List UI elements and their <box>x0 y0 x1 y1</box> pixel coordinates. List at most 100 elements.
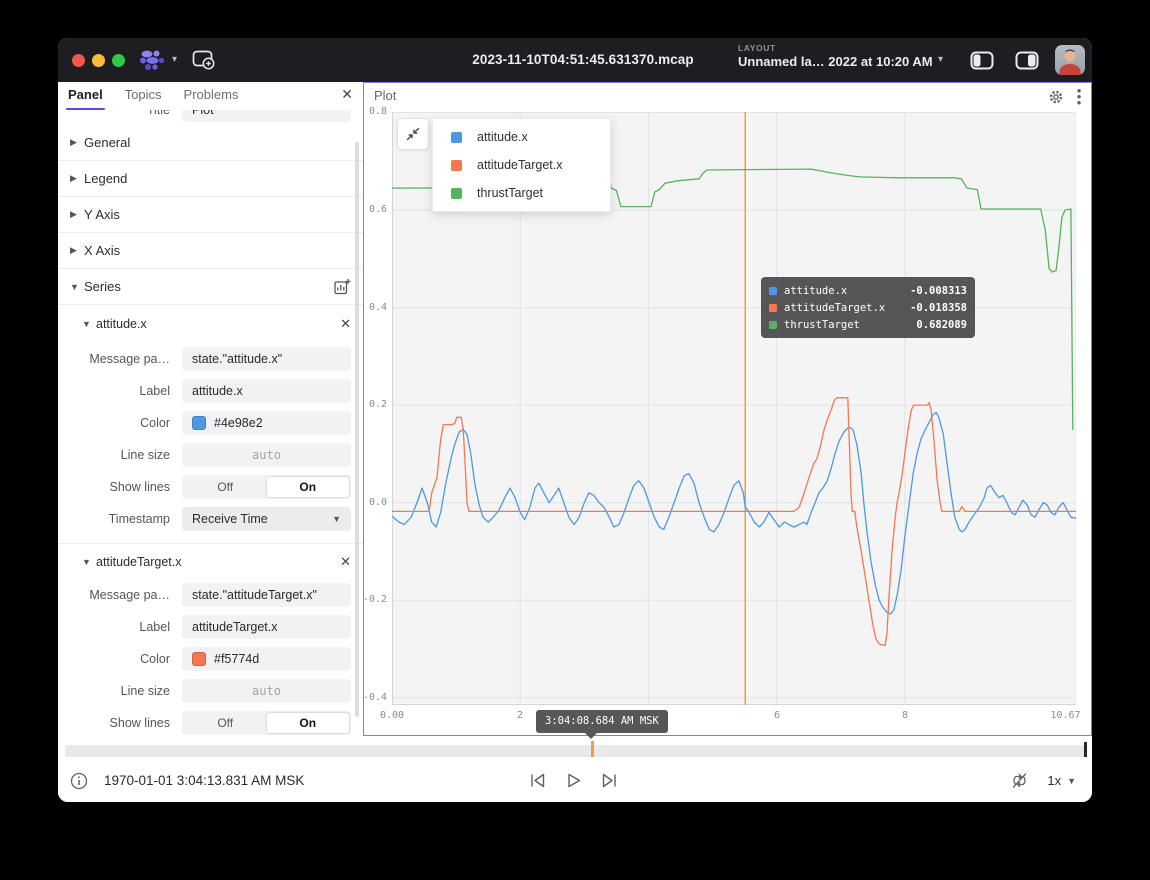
label-input[interactable]: attitude.x <box>182 379 351 403</box>
show-lines-on-button[interactable]: On <box>267 713 350 733</box>
playback-controls <box>528 771 619 790</box>
plot-panel[interactable]: Plot ••• 0.80.60.40.20.0-0.2-0.4 0.00246… <box>363 82 1092 736</box>
y-axis-tick-labels: 0.80.60.40.20.0-0.2-0.4 <box>364 112 389 705</box>
title-field-label: Title <box>58 110 176 117</box>
field-show-lines: Show lines Off On <box>58 471 363 503</box>
playback-bar: 1970-01-01 3:04:13.831 AM MSK <box>58 760 1092 802</box>
timestamp-select[interactable]: Receive Time ▼ <box>182 507 351 531</box>
color-swatch[interactable] <box>192 416 206 430</box>
scrubber-playhead[interactable] <box>1084 742 1087 757</box>
series-attitude-target-header[interactable]: ▼ attitudeTarget.x ✕ <box>58 543 363 579</box>
section-general[interactable]: ▶ General <box>58 125 363 161</box>
show-lines-on-button[interactable]: On <box>267 477 350 497</box>
color-input[interactable]: #f5774d <box>182 647 351 671</box>
seek-backward-button[interactable] <box>528 771 547 790</box>
y-tick-label: -0.2 <box>363 594 387 605</box>
minimize-window-button[interactable] <box>92 54 105 67</box>
color-swatch[interactable] <box>192 652 206 666</box>
right-sidebar-toggle-button[interactable] <box>1015 51 1039 70</box>
title-field-input[interactable]: Plot <box>182 110 351 122</box>
panel-menu-kebab-icon[interactable]: ••• <box>1076 88 1082 106</box>
field-color: Color #f5774d <box>58 643 363 675</box>
legend-collapse-button[interactable] <box>397 118 429 150</box>
tooltip-swatch-icon <box>769 304 777 312</box>
seek-forward-button[interactable] <box>600 771 619 790</box>
layout-chevron-icon[interactable]: ▾ <box>938 54 943 65</box>
legend-item-thrust-target[interactable]: thrustTarget <box>433 179 610 207</box>
label-input[interactable]: attitudeTarget.x <box>182 615 351 639</box>
tooltip-row: attitudeTarget.x -0.018358 <box>769 299 967 316</box>
section-legend[interactable]: ▶ Legend <box>58 161 363 197</box>
app-menu-chevron-icon[interactable]: ▾ <box>172 54 177 65</box>
chevron-right-icon: ▶ <box>70 173 84 184</box>
show-lines-off-button[interactable]: Off <box>184 713 267 733</box>
app-window: ▾ 2023-11-10T04:51:45.631370.mcap LAYOUT… <box>58 38 1092 802</box>
layout-selector[interactable]: LAYOUT Unnamed la… 2022 at 10:20 AM <box>738 43 933 69</box>
message-path-input[interactable]: state."attitude.x" <box>182 347 351 371</box>
chevron-down-icon: ▼ <box>82 557 96 567</box>
chevron-down-icon: ▼ <box>332 507 341 531</box>
tab-panel[interactable]: Panel <box>68 82 103 110</box>
info-icon[interactable] <box>70 772 88 790</box>
loop-off-icon[interactable] <box>1010 771 1029 790</box>
chevron-down-icon: ▼ <box>1067 776 1076 786</box>
legend-item-attitude-target[interactable]: attitudeTarget.x <box>433 151 610 179</box>
play-button[interactable] <box>564 771 583 790</box>
panel-settings-gear-icon[interactable] <box>1048 89 1064 105</box>
add-panel-button[interactable] <box>192 49 216 71</box>
x-tick-label: 6 <box>774 710 780 721</box>
section-series[interactable]: ▼ Series <box>58 269 363 305</box>
seek-hover-time-tooltip: 3:04:08.684 AM MSK <box>536 710 668 733</box>
chevron-right-icon: ▶ <box>70 209 84 220</box>
scrubber-hover-tick <box>591 741 594 757</box>
playback-speed-selector[interactable]: 1x ▼ <box>1047 773 1076 788</box>
field-color: Color #4e98e2 <box>58 407 363 439</box>
left-sidebar-toggle-button[interactable] <box>970 51 994 70</box>
section-y-axis[interactable]: ▶ Y Axis <box>58 197 363 233</box>
y-tick-label: 0.8 <box>369 106 387 117</box>
y-tick-label: -0.4 <box>363 692 387 703</box>
color-input[interactable]: #4e98e2 <box>182 411 351 435</box>
y-tick-label: 0.2 <box>369 399 387 410</box>
current-timestamp: 1970-01-01 3:04:13.831 AM MSK <box>104 773 304 788</box>
remove-series-icon[interactable]: ✕ <box>340 316 351 332</box>
sidebar-close-icon[interactable]: ✕ <box>341 86 353 103</box>
scrubber-track[interactable] <box>65 745 1085 757</box>
series-attitude-header[interactable]: ▼ attitude.x ✕ <box>58 305 363 343</box>
tab-problems[interactable]: Problems <box>184 82 239 110</box>
sidebar-scrollbar[interactable] <box>355 142 359 717</box>
clipped-title-row: Title Plot <box>58 110 363 125</box>
add-series-icon[interactable] <box>334 278 351 295</box>
y-tick-label: 0.4 <box>369 302 387 313</box>
legend-swatch-icon <box>451 188 462 199</box>
line-size-input[interactable]: auto <box>182 443 351 467</box>
user-avatar[interactable] <box>1055 45 1085 75</box>
tab-topics[interactable]: Topics <box>125 82 162 110</box>
line-size-input[interactable]: auto <box>182 679 351 703</box>
message-path-input[interactable]: state."attitudeTarget.x" <box>182 583 351 607</box>
x-tick-label: 0.00 <box>380 710 404 721</box>
plot-panel-title: Plot <box>374 88 396 103</box>
x-tick-label: 2 <box>517 710 523 721</box>
close-window-button[interactable] <box>72 54 85 67</box>
chart-legend: attitude.x attitudeTarget.x thrustTarget <box>432 118 611 212</box>
show-lines-off-button[interactable]: Off <box>184 477 267 497</box>
x-tick-label: 8 <box>902 710 908 721</box>
tooltip-row: thrustTarget 0.682089 <box>769 316 967 333</box>
tooltip-swatch-icon <box>769 321 777 329</box>
remove-series-icon[interactable]: ✕ <box>340 554 351 570</box>
foxglove-logo-icon <box>138 49 168 71</box>
field-label: Label attitude.x <box>58 375 363 407</box>
chevron-down-icon: ▼ <box>70 282 84 292</box>
field-message-path: Message pa… state."attitudeTarget.x" <box>58 579 363 611</box>
field-message-path: Message pa… state."attitude.x" <box>58 343 363 375</box>
zoom-window-button[interactable] <box>112 54 125 67</box>
legend-item-attitude[interactable]: attitude.x <box>433 123 610 151</box>
chart-hover-tooltip: attitude.x -0.008313 attitudeTarget.x -0… <box>761 277 975 338</box>
layout-name: Unnamed la… 2022 at 10:20 AM <box>738 54 933 69</box>
field-line-size: Line size auto <box>58 439 363 471</box>
show-lines-toggle: Off On <box>182 475 351 499</box>
show-lines-toggle: Off On <box>182 711 351 735</box>
x-tick-label: 10.67 <box>1050 710 1080 721</box>
section-x-axis[interactable]: ▶ X Axis <box>58 233 363 269</box>
